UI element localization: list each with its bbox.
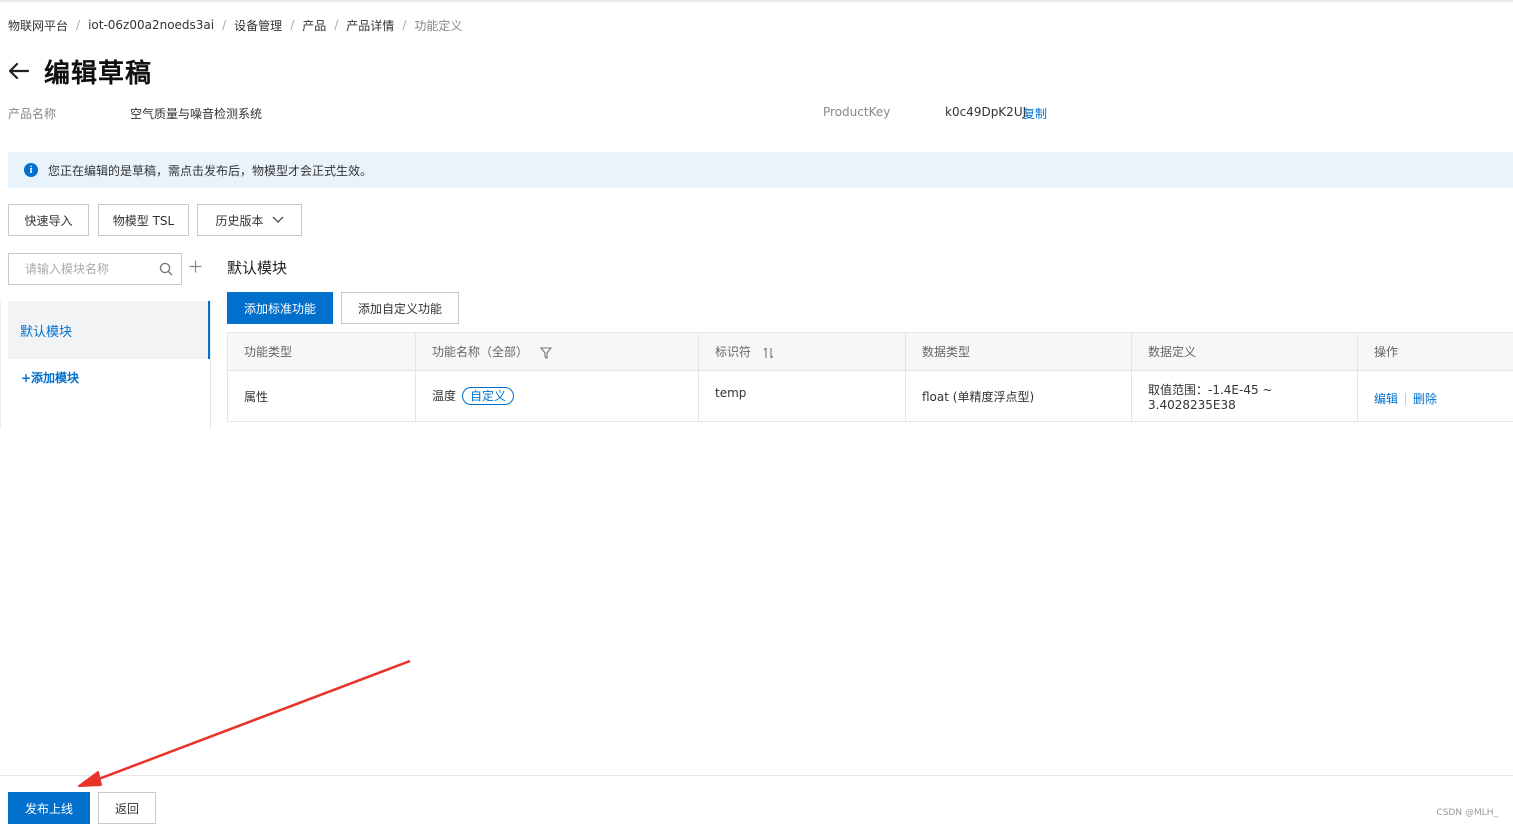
breadcrumb-iot-platform[interactable]: 物联网平台 [8, 17, 68, 34]
add-module-link[interactable]: +添加模块 [21, 369, 79, 386]
sidebar-divider [210, 300, 211, 430]
breadcrumb-function-definition: 功能定义 [414, 18, 463, 33]
delete-function-link[interactable]: 删除 [1413, 392, 1437, 406]
filter-icon[interactable] [539, 346, 552, 359]
product-key-value: k0c49DpK2UJ [945, 105, 1027, 119]
back-button[interactable]: 返回 [98, 792, 156, 824]
page-title: 编辑草稿 [44, 58, 153, 89]
header-data-type: 数据类型 [905, 332, 1132, 371]
history-version-dropdown[interactable]: 历史版本 [197, 204, 302, 236]
header-operations: 操作 [1357, 332, 1513, 371]
operation-separator [1405, 393, 1407, 405]
footer-divider [0, 775, 1513, 776]
quick-import-button[interactable]: 快速导入 [8, 204, 89, 236]
search-icon[interactable] [159, 262, 173, 279]
back-arrow-icon[interactable] [8, 60, 30, 82]
cell-data-definition: 取值范围：-1.4E-45 ~ 3.4028235E38 [1131, 370, 1358, 422]
breadcrumb-instance[interactable]: iot-06z00a2noeds3ai [88, 18, 214, 32]
breadcrumb: 物联网平台 / iot-06z00a2noeds3ai / 设备管理 / 产品 … [8, 17, 462, 33]
watermark: CSDN @MLH_ [1436, 808, 1498, 818]
breadcrumb-separator: / [334, 18, 339, 32]
history-version-label: 历史版本 [215, 213, 264, 228]
chevron-down-icon [272, 216, 284, 224]
breadcrumb-separator: / [402, 18, 407, 32]
header-data-definition: 数据定义 [1131, 332, 1358, 371]
breadcrumb-separator: / [222, 18, 227, 32]
add-module-plus-icon[interactable] [189, 260, 202, 276]
sidebar-item-default-module[interactable]: 默认模块 [8, 301, 210, 359]
product-key-label: ProductKey [823, 105, 891, 119]
module-search-box [8, 253, 182, 285]
module-search-input[interactable] [25, 262, 153, 276]
sidebar-left-edge [0, 302, 1, 428]
header-function-type: 功能类型 [227, 332, 416, 371]
breadcrumb-separator: / [76, 18, 81, 32]
edit-function-link[interactable]: 编辑 [1374, 392, 1398, 406]
function-table: 功能类型 功能名称（全部） 标识符 数据类型 数据定义 操作 属性 温度自定义 [227, 332, 1513, 422]
table-row: 属性 温度 自定义 temp float (单精度浮点型) 取值范围：-1.4E-… [227, 370, 1513, 422]
breadcrumb-separator: / [290, 18, 295, 32]
info-icon: i [24, 163, 38, 177]
function-name-text: 温度 [432, 389, 457, 403]
tsl-button[interactable]: 物模型 TSL [98, 204, 189, 236]
publish-button[interactable]: 发布上线 [8, 792, 90, 824]
header-identifier: 标识符 [698, 332, 906, 371]
top-border [0, 0, 1513, 2]
product-name-label: 产品名称 [8, 107, 57, 121]
cell-operations: 编辑 删除 [1357, 370, 1513, 422]
cell-function-name: 温度 自定义 [415, 370, 699, 422]
add-standard-function-button[interactable]: 添加标准功能 [227, 292, 333, 324]
draft-notice-text: 您正在编辑的是草稿，需点击发布后，物模型才会正式生效。 [48, 163, 373, 178]
header-function-name: 功能名称（全部） [415, 332, 699, 371]
custom-tag-badge: 自定义 [462, 387, 515, 405]
table-header-row: 功能类型 功能名称（全部） 标识符 数据类型 数据定义 操作 [227, 332, 1513, 371]
module-title: 默认模块 [227, 259, 288, 277]
breadcrumb-device-management[interactable]: 设备管理 [234, 17, 282, 34]
breadcrumb-product[interactable]: 产品 [302, 17, 326, 34]
product-name-value: 空气质量与噪音检测系统 [130, 107, 263, 121]
cell-identifier: temp [698, 370, 906, 422]
title-row: 编辑草稿 [8, 54, 153, 89]
sort-icon[interactable] [763, 347, 774, 359]
breadcrumb-product-detail[interactable]: 产品详情 [346, 17, 394, 34]
add-custom-function-button[interactable]: 添加自定义功能 [341, 292, 459, 324]
cell-function-type: 属性 [227, 370, 416, 422]
draft-notice-banner: i 您正在编辑的是草稿，需点击发布后，物模型才会正式生效。 [8, 152, 1513, 188]
cell-data-type: float (单精度浮点型) [905, 370, 1132, 422]
copy-product-key-link[interactable]: 复制 [1023, 105, 1047, 122]
